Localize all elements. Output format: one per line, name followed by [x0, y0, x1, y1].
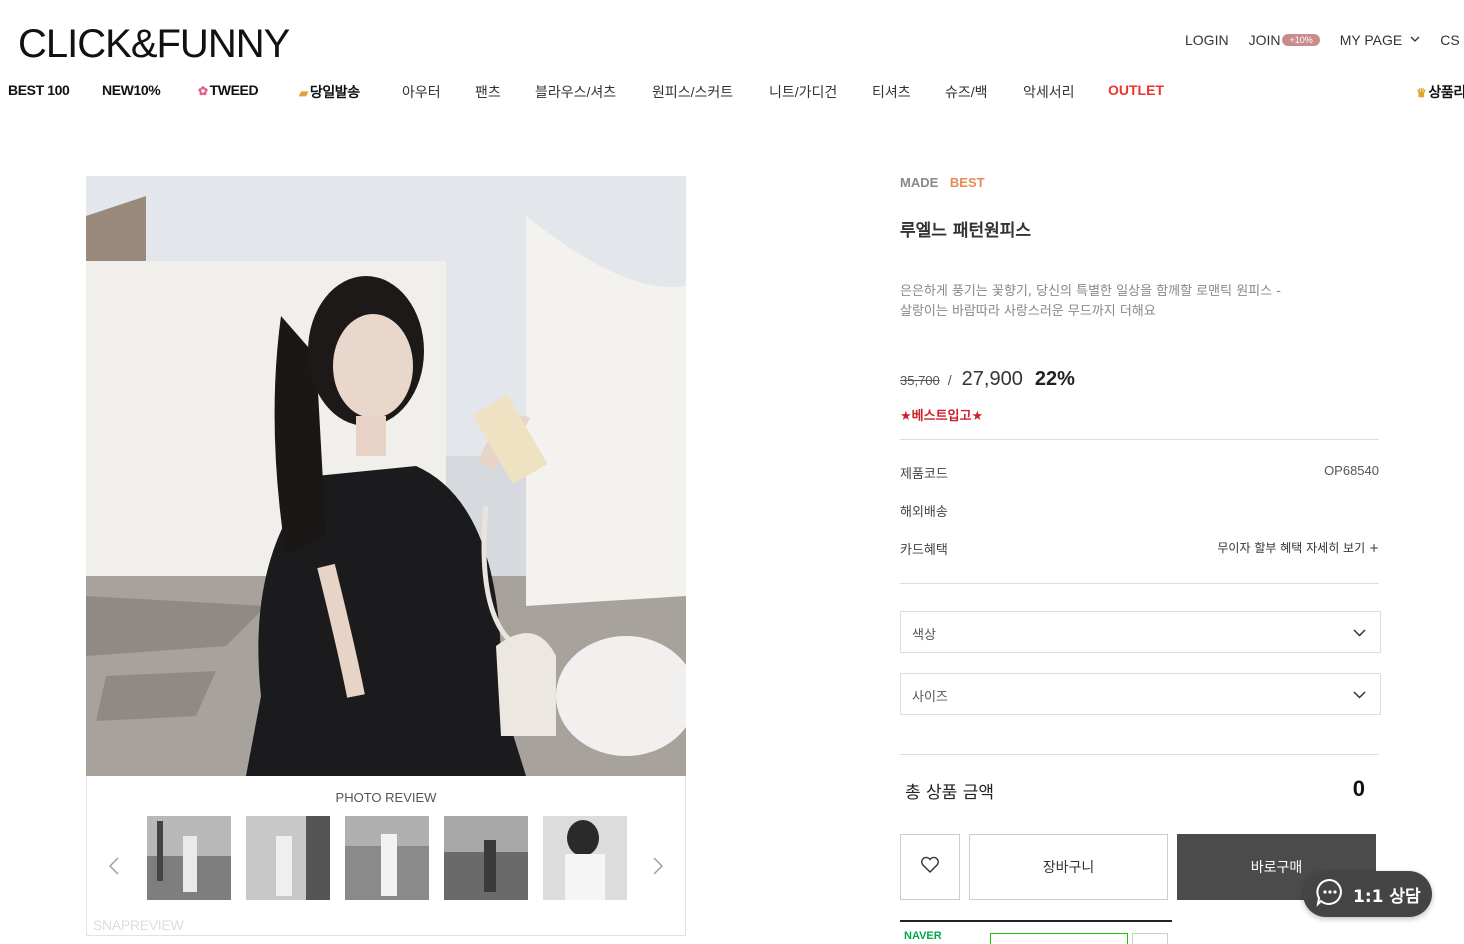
review-thumbnail[interactable]	[345, 816, 429, 900]
cat-product-review-label: 상품리	[1428, 84, 1464, 100]
chat-consult-button[interactable]: 1:1 상담	[1303, 871, 1432, 917]
chat-consult-label: 1:1 상담	[1353, 886, 1421, 907]
price-separator: /	[947, 372, 952, 388]
cat-product-review[interactable]: ♛ 상품리	[1416, 82, 1464, 102]
description-line: 살랑이는 바람따라 사랑스러운 무드까지 더해요	[900, 304, 1156, 319]
product-description: 은은하게 풍기는 꽃향기, 당신의 특별한 일상을 함께할 로맨틱 원피스 - …	[900, 282, 1380, 322]
join-label: JOIN	[1248, 32, 1281, 48]
cat-knit[interactable]: 니트/가디건	[769, 82, 837, 102]
cat-new10[interactable]: NEW10%	[102, 82, 161, 98]
trophy-icon: ♛	[1416, 86, 1427, 100]
wishlist-button[interactable]	[900, 834, 960, 900]
cat-onepiece[interactable]: 원피스/스커트	[652, 82, 733, 102]
size-select-placeholder: 사이즈	[912, 690, 948, 705]
review-thumbnail[interactable]	[147, 816, 231, 900]
divider	[900, 583, 1379, 584]
price-block: 35,700 / 27,900 22%	[900, 368, 1075, 391]
brand-logo[interactable]: CLICK&FUNNY	[18, 22, 290, 67]
chevron-down-icon	[1353, 626, 1366, 641]
heart-icon	[920, 856, 940, 878]
cat-best100[interactable]: BEST 100	[8, 82, 70, 98]
product-main-image[interactable]	[86, 176, 686, 776]
size-select[interactable]: 사이즈	[900, 673, 1381, 715]
chevron-down-icon	[1410, 35, 1420, 46]
mypage-label: MY PAGE	[1339, 32, 1403, 48]
cat-same-day-label: 당일발송	[309, 84, 360, 100]
naver-pay-divider	[900, 920, 1172, 922]
chevron-left-icon[interactable]	[109, 856, 119, 880]
total-price-label: 총 상품 금액	[905, 783, 995, 803]
review-thumbnail[interactable]	[543, 816, 627, 900]
sale-price: 27,900	[961, 368, 1023, 390]
cat-tshirt[interactable]: 티셔츠	[872, 82, 911, 102]
tulip-icon: ✿	[198, 84, 208, 98]
cat-outer[interactable]: 아우터	[402, 82, 441, 102]
review-thumbnail[interactable]	[246, 816, 330, 900]
product-name: 루엘느 패턴원피스	[900, 221, 1032, 241]
top-nav: LOGIN JOIN +10% MY PAGE CS	[1185, 32, 1464, 48]
discount-rate: 22%	[1034, 368, 1075, 390]
cat-tweed-label: TWEED	[209, 82, 259, 98]
cat-blouse[interactable]: 블라우스/셔츠	[535, 82, 616, 102]
tag-best: BEST	[949, 175, 985, 190]
naver-pay-button[interactable]	[990, 933, 1128, 944]
product-code-value: OP68540	[1324, 463, 1379, 478]
product-tags: MADE BEST	[900, 175, 985, 190]
photo-review-gallery: PHOTO REVIEW SNAPREVIEW	[86, 776, 686, 936]
login-link[interactable]: LOGIN	[1185, 32, 1229, 48]
cat-outlet[interactable]: OUTLET	[1108, 82, 1164, 98]
chevron-down-icon	[1353, 688, 1366, 703]
truck-icon: ▰	[299, 86, 308, 100]
join-badge: +10%	[1282, 34, 1320, 46]
review-thumbnail[interactable]	[444, 816, 528, 900]
photo-review-title: PHOTO REVIEW	[335, 790, 437, 805]
mypage-link[interactable]: MY PAGE	[1340, 32, 1421, 48]
shipping-row: 해외배송	[900, 501, 1379, 520]
total-price-value: 0	[1352, 776, 1365, 801]
description-line: 은은하게 풍기는 꽃향기, 당신의 특별한 일상을 함께할 로맨틱 원피스 -	[900, 284, 1281, 299]
card-benefit-row: 카드혜택 무이자 할부 혜택 자세히 보기 +	[900, 539, 1379, 558]
review-thumbnails	[147, 816, 642, 900]
divider	[900, 754, 1379, 755]
cat-pants[interactable]: 팬츠	[475, 82, 501, 102]
cs-link[interactable]: CS	[1440, 32, 1459, 48]
naver-wish-button[interactable]	[1132, 933, 1168, 944]
chevron-right-icon[interactable]	[653, 856, 663, 880]
color-select-placeholder: 색상	[912, 628, 936, 643]
divider	[900, 439, 1379, 440]
card-benefit-link[interactable]: 무이자 할부 혜택 자세히 보기 +	[1217, 539, 1379, 556]
naver-pay-label: NAVER	[904, 930, 942, 942]
category-nav: BEST 100 NEW10% ✿ TWEED ▰ 당일발송 아우터 팬츠 블라우스…	[0, 80, 1464, 104]
card-benefit-label: 카드혜택	[900, 543, 948, 558]
promo-badge: ★베스트입고★	[900, 409, 984, 424]
cat-same-day[interactable]: ▰ 당일발송	[299, 82, 360, 102]
shipping-label: 해외배송	[900, 505, 948, 520]
snapreview-watermark: SNAPREVIEW	[93, 917, 184, 933]
cat-accessory[interactable]: 악세서리	[1023, 82, 1075, 102]
cat-tweed[interactable]: ✿ TWEED	[198, 82, 259, 98]
tag-made: MADE	[900, 175, 939, 190]
color-select[interactable]: 색상	[900, 611, 1381, 653]
product-code-label: 제품코드	[900, 467, 948, 482]
original-price: 35,700	[900, 373, 940, 388]
join-link[interactable]: JOIN +10%	[1249, 32, 1320, 48]
product-code-row: 제품코드 OP68540	[900, 463, 1379, 482]
chat-bubble-icon	[1315, 877, 1345, 911]
add-to-cart-button[interactable]: 장바구니	[969, 834, 1168, 900]
cat-shoes-bag[interactable]: 슈즈/백	[945, 82, 988, 102]
